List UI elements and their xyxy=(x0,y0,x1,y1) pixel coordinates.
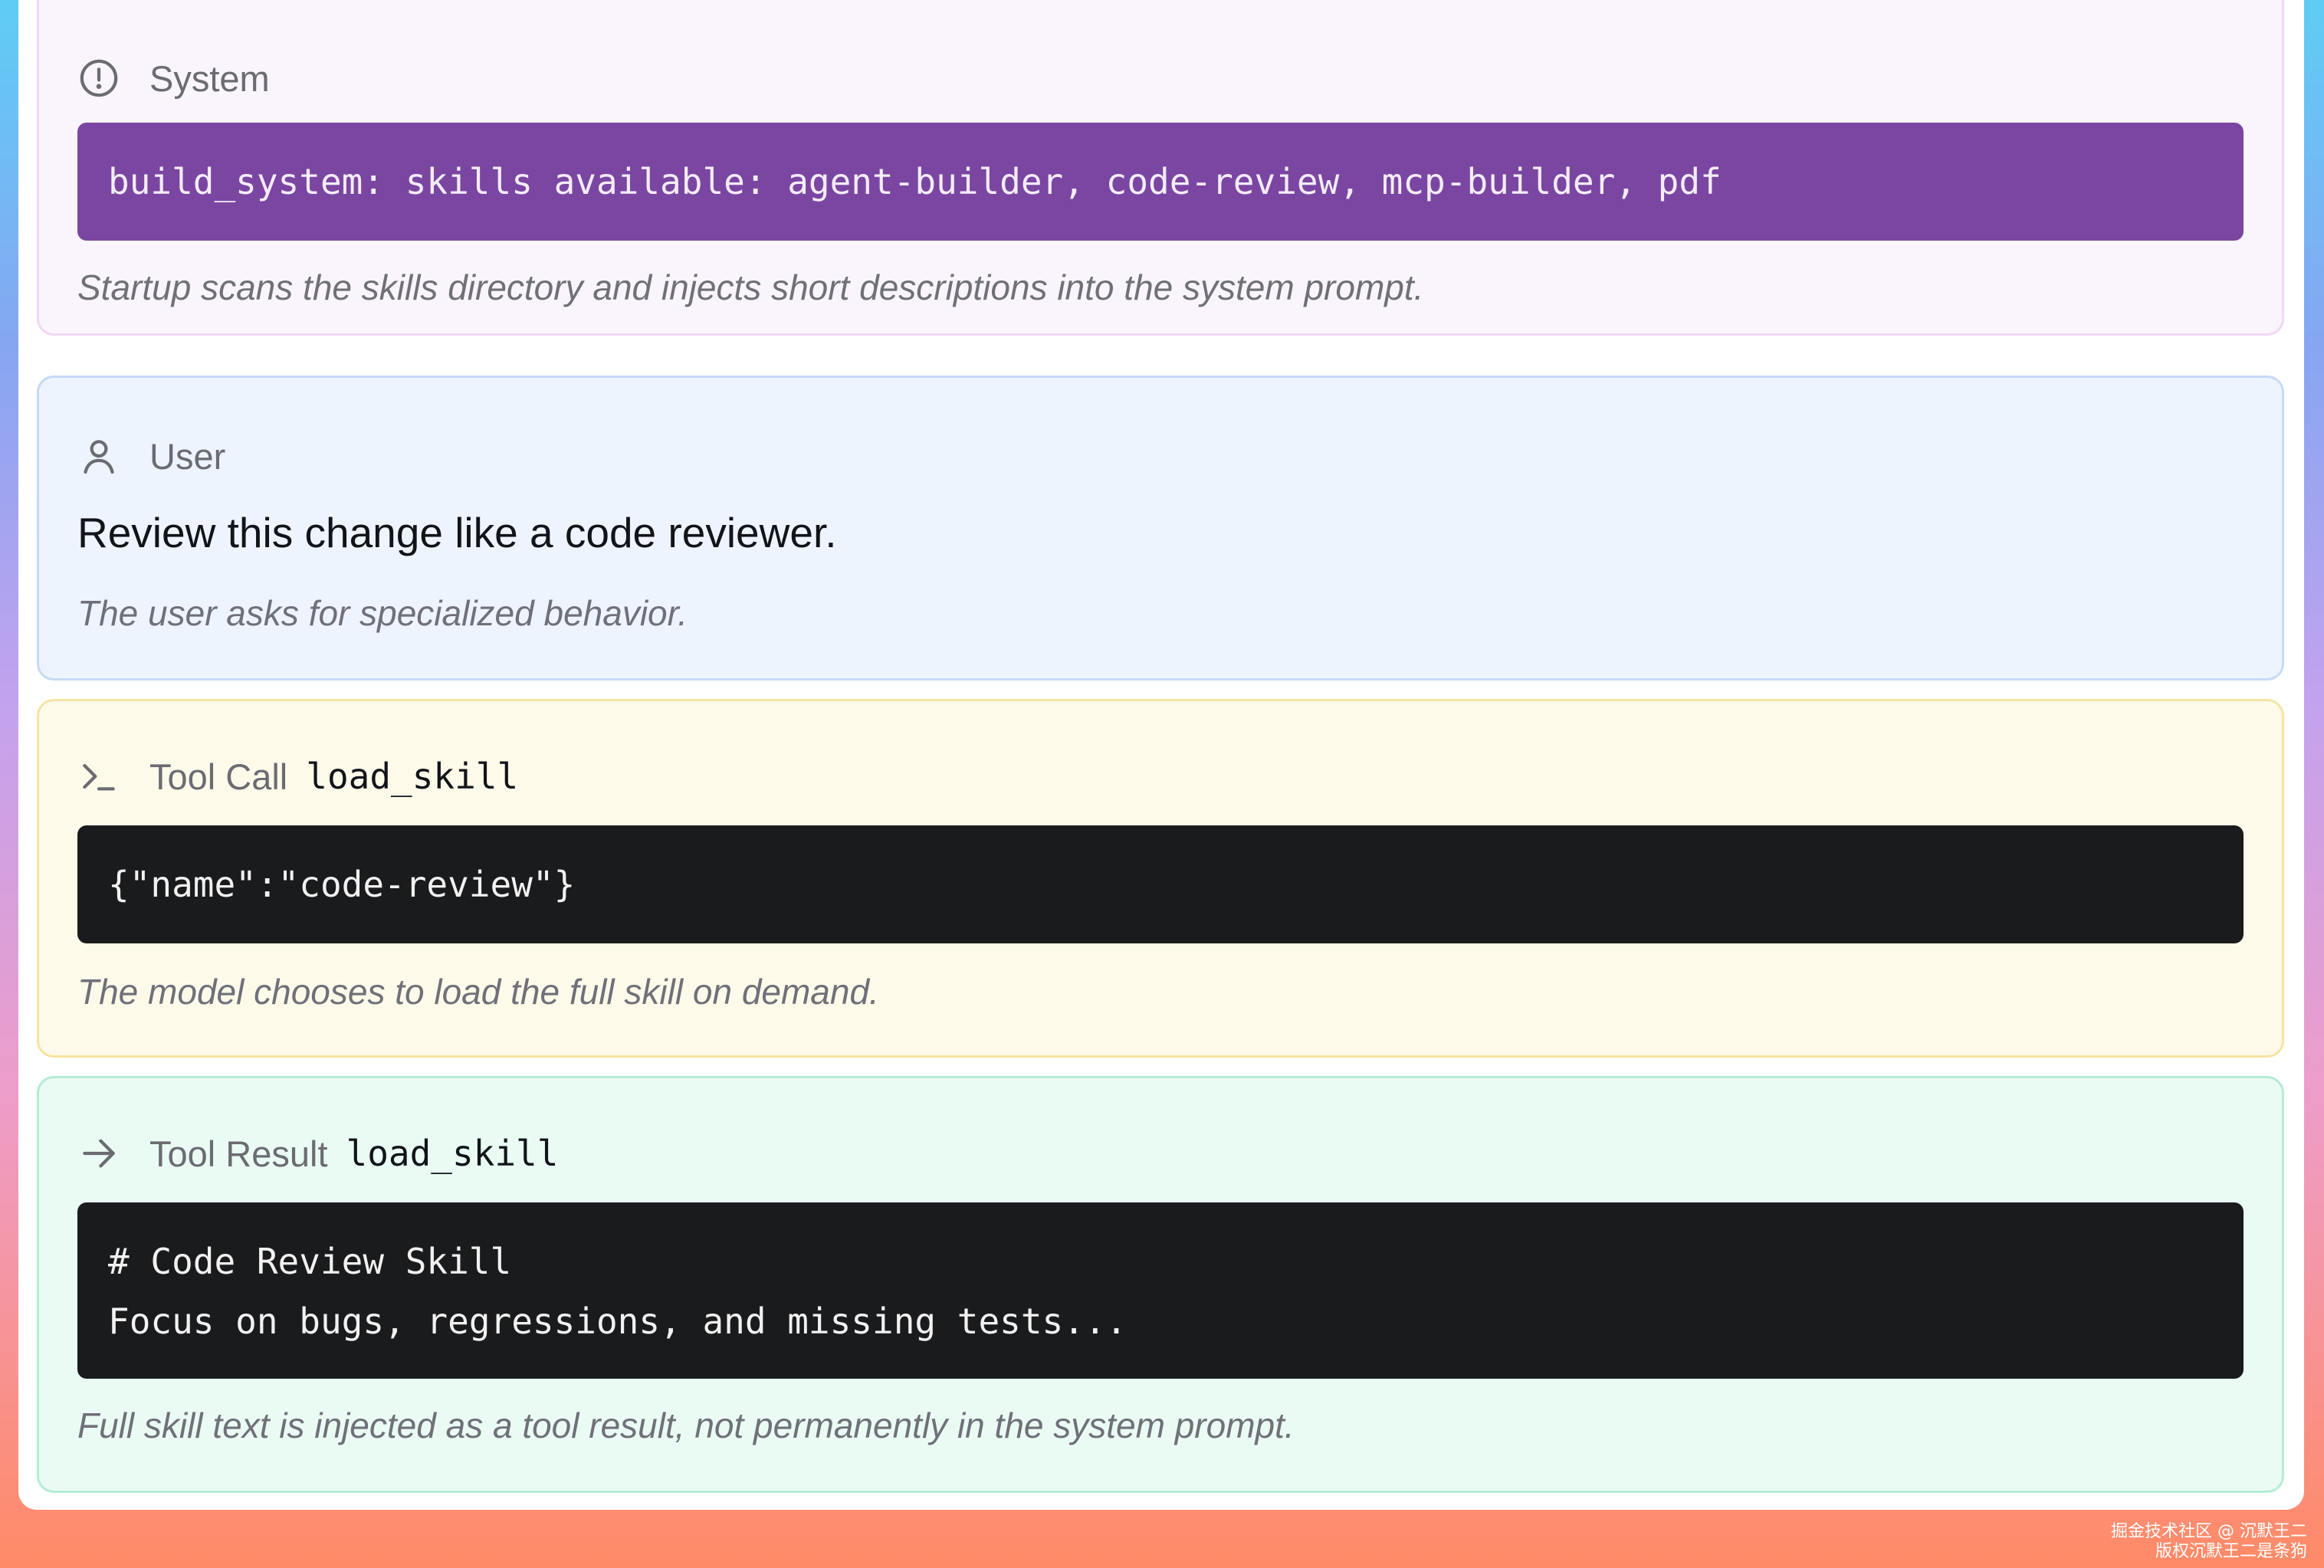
user-message-card: User Review this change like a code revi… xyxy=(37,376,2284,681)
tool-result-card: Tool Result load_skill # Code Review Ski… xyxy=(37,1076,2284,1493)
tool-call-code-block: {"name":"code-review"} xyxy=(77,825,2244,943)
watermark-line: 版权沉默王二是条狗 xyxy=(2155,1542,2307,1561)
tool-call-card: Tool Call load_skill {"name":"code-revie… xyxy=(37,699,2284,1058)
tool-call-name: load_skill xyxy=(306,756,519,797)
alert-circle-icon xyxy=(77,57,120,100)
tool-call-note: The model chooses to load the full skill… xyxy=(77,972,879,1012)
user-icon xyxy=(77,435,120,477)
tool-result-note: Full skill text is injected as a tool re… xyxy=(77,1406,1295,1445)
watermark: 掘金技术社区 @ 沉默王二 版权沉默王二是条狗 xyxy=(2111,1522,2307,1562)
conversation-frame: System build_system: skills available: a… xyxy=(18,0,2304,1510)
tool-result-label: Tool Result xyxy=(149,1133,328,1174)
tool-call-label: Tool Call xyxy=(149,756,288,797)
arrow-right-icon xyxy=(77,1132,120,1175)
system-header: System xyxy=(77,55,270,101)
tool-call-header: Tool Call load_skill xyxy=(77,753,518,799)
system-message-card: System build_system: skills available: a… xyxy=(37,0,2284,336)
system-label: System xyxy=(149,57,270,99)
user-note: The user asks for specialized behavior. xyxy=(77,593,688,633)
system-note: Startup scans the skills directory and i… xyxy=(77,267,1424,307)
tool-result-code-line: # Code Review Skill xyxy=(108,1241,512,1282)
tool-result-header: Tool Result load_skill xyxy=(77,1130,558,1176)
user-message-text: Review this change like a code reviewer. xyxy=(77,509,837,556)
system-code-block: build_system: skills available: agent-bu… xyxy=(77,123,2244,241)
watermark-line: 掘金技术社区 @ 沉默王二 xyxy=(2111,1522,2307,1541)
tool-result-code-block: # Code Review Skill Focus on bugs, regres… xyxy=(77,1202,2244,1379)
user-label: User xyxy=(149,435,226,477)
tool-result-code-line: Focus on bugs, regressions, and missing … xyxy=(108,1301,1128,1342)
user-header: User xyxy=(77,433,225,479)
tool-result-name: load_skill xyxy=(346,1133,559,1174)
terminal-icon xyxy=(77,755,120,798)
